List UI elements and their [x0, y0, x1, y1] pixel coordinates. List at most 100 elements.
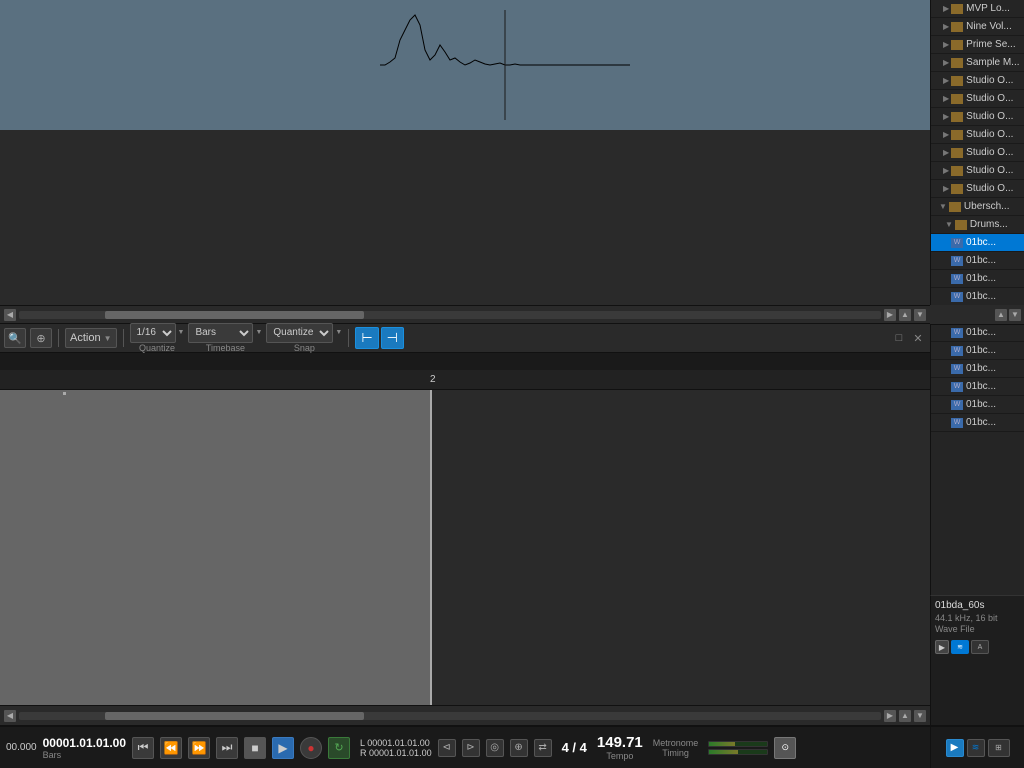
file-type-display: Wave File [935, 624, 1020, 634]
loop-btn[interactable]: ↻ [328, 737, 350, 759]
folder-icon [951, 112, 963, 122]
scroll-down-btn-2[interactable]: ▼ [914, 710, 926, 722]
rp-play-btn[interactable]: ▶ [946, 739, 964, 757]
wav-file-selected[interactable]: W 01bc... [931, 234, 1024, 252]
timebase-chevron-icon: ▼ [255, 329, 262, 336]
preview-auto-btn[interactable]: A [971, 640, 989, 654]
action-dropdown[interactable]: Action ▼ [65, 328, 117, 348]
click-icon[interactable]: ◎ [486, 739, 504, 757]
wav-icon: W [951, 400, 963, 410]
snap-group: Quantize Grid Off ▼ Snap [266, 323, 342, 354]
arrow-icon: ▼ [939, 202, 947, 211]
list-item[interactable]: W 01bc... [931, 360, 1024, 378]
rp-ext-btn[interactable]: ⊞ [988, 739, 1010, 757]
rp-scroll-up[interactable]: ▲ [995, 309, 1007, 321]
waveform-bottom [0, 130, 930, 305]
punch-in-icon[interactable]: ⊲ [438, 739, 456, 757]
list-item[interactable]: ▶ Studio O... [931, 72, 1024, 90]
file-name-display: 01bda_60s [935, 600, 1020, 611]
arrow-icon: ▶ [943, 184, 949, 193]
list-item[interactable]: W 01bc... [931, 414, 1024, 432]
scroll-up-btn[interactable]: ▲ [899, 309, 911, 321]
play-btn[interactable]: ▶ [272, 737, 294, 759]
scroll-left-btn-2[interactable]: ◀ [4, 710, 16, 722]
preview-wave-icon: ≋ [951, 640, 969, 654]
list-item[interactable]: W 01bc... [931, 324, 1024, 342]
wav-icon: W [951, 238, 963, 248]
toolbar: 🔍 ⊕ Action ▼ 1/16 1/8 1/4 1/32 ▼ Quantiz… [0, 323, 930, 353]
scroll-right-btn[interactable]: ▶ [884, 309, 896, 321]
quantize-select[interactable]: 1/16 1/8 1/4 1/32 [130, 323, 176, 343]
rewind-to-start-btn[interactable]: ⏮ [132, 737, 154, 759]
scroll-left-btn[interactable]: ◀ [4, 309, 16, 321]
list-item[interactable]: ▶ Prime Se... [931, 36, 1024, 54]
item-label: 01bc... [966, 255, 996, 266]
punch-out-icon[interactable]: ⊳ [462, 739, 480, 757]
list-item[interactable]: W 01bc... [931, 342, 1024, 360]
search-button[interactable]: 🔍 [4, 328, 26, 348]
list-item[interactable]: ▶ Studio O... [931, 180, 1024, 198]
item-label: Studio O... [966, 75, 1013, 86]
record-btn[interactable]: ● [300, 737, 322, 759]
list-item[interactable]: W 01bc... [931, 252, 1024, 270]
folder-icon [951, 22, 963, 32]
timebase-select[interactable]: Bars Seconds Samples [188, 323, 253, 343]
position-bars: 00001.01.01.00 [43, 736, 126, 750]
transport-bar: 00.000 00001.01.01.00 Bars ⏮ ⏪ ⏩ ⏭ ■ ▶ ●… [0, 725, 930, 768]
toggle-btn[interactable]: ⊙ [774, 737, 796, 759]
arrow-icon: ▶ [943, 76, 949, 85]
level-meters [708, 741, 768, 755]
item-label: 01bc... [966, 273, 996, 284]
item-label: 01bc... [966, 363, 996, 374]
folder-icon [951, 4, 963, 14]
list-item[interactable]: ▶ Nine Vol... [931, 18, 1024, 36]
list-item[interactable]: ▶ MVP Lo... [931, 0, 1024, 18]
horizontal-scrollbar-2[interactable] [19, 712, 881, 720]
stop-btn[interactable]: ■ [244, 737, 266, 759]
snap-to-start-btn[interactable]: ⊢ [355, 327, 378, 349]
rp-wave-btn[interactable]: ≋ [967, 739, 985, 757]
tool-button[interactable]: ⊕ [30, 328, 52, 348]
list-item[interactable]: ▶ Studio O... [931, 162, 1024, 180]
folder-icon [949, 202, 961, 212]
action-label: Action [70, 332, 101, 344]
quantize-label: Quantize [139, 343, 175, 354]
rewind-btn[interactable]: ⏪ [160, 737, 182, 759]
list-item[interactable]: W 01bc... [931, 288, 1024, 306]
snap-select[interactable]: Quantize Grid Off [266, 323, 333, 343]
list-item[interactable]: ▶ Studio O... [931, 126, 1024, 144]
right-panel-transport: ▶ ≋ ⊞ [930, 725, 1024, 768]
item-label: 01bc... [966, 381, 996, 392]
fast-forward-btn[interactable]: ⏭ [216, 737, 238, 759]
item-label: 01bc... [966, 237, 996, 248]
scroll-up-btn-2[interactable]: ▲ [899, 710, 911, 722]
close-btn[interactable]: ✕ [910, 330, 926, 346]
list-item[interactable]: ▶ Sample M... [931, 54, 1024, 72]
sync-icon[interactable]: ⇄ [534, 739, 552, 757]
scroll-down-btn[interactable]: ▼ [914, 309, 926, 321]
rp-scroll-down[interactable]: ▼ [1009, 309, 1021, 321]
horizontal-scrollbar[interactable] [19, 311, 881, 319]
arrow-icon: ▶ [943, 166, 949, 175]
precount-icon[interactable]: ⊕ [510, 739, 528, 757]
item-label: MVP Lo... [966, 3, 1010, 14]
wav-icon: W [951, 382, 963, 392]
separator-3 [348, 329, 349, 347]
list-item[interactable]: W 01bc... [931, 396, 1024, 414]
wav-icon: W [951, 256, 963, 266]
wav-icon: W [951, 418, 963, 428]
list-item[interactable]: ▶ Studio O... [931, 90, 1024, 108]
list-item[interactable]: ▶ Studio O... [931, 144, 1024, 162]
maximize-btn[interactable]: □ [891, 330, 907, 346]
list-item[interactable]: ▶ Studio O... [931, 108, 1024, 126]
timeline-row: 2 [0, 370, 930, 390]
forward-btn[interactable]: ⏩ [188, 737, 210, 759]
snap-to-end-btn[interactable]: ⊣ [381, 327, 404, 349]
drums-folder[interactable]: ▼ Drums... [931, 216, 1024, 234]
scroll-right-btn-2[interactable]: ▶ [884, 710, 896, 722]
preview-play-btn[interactable]: ▶ [935, 640, 949, 654]
time-display: 00.000 [6, 742, 37, 753]
ueberschall-folder[interactable]: ▼ Ubersch... [931, 198, 1024, 216]
list-item[interactable]: W 01bc... [931, 270, 1024, 288]
list-item[interactable]: W 01bc... [931, 378, 1024, 396]
